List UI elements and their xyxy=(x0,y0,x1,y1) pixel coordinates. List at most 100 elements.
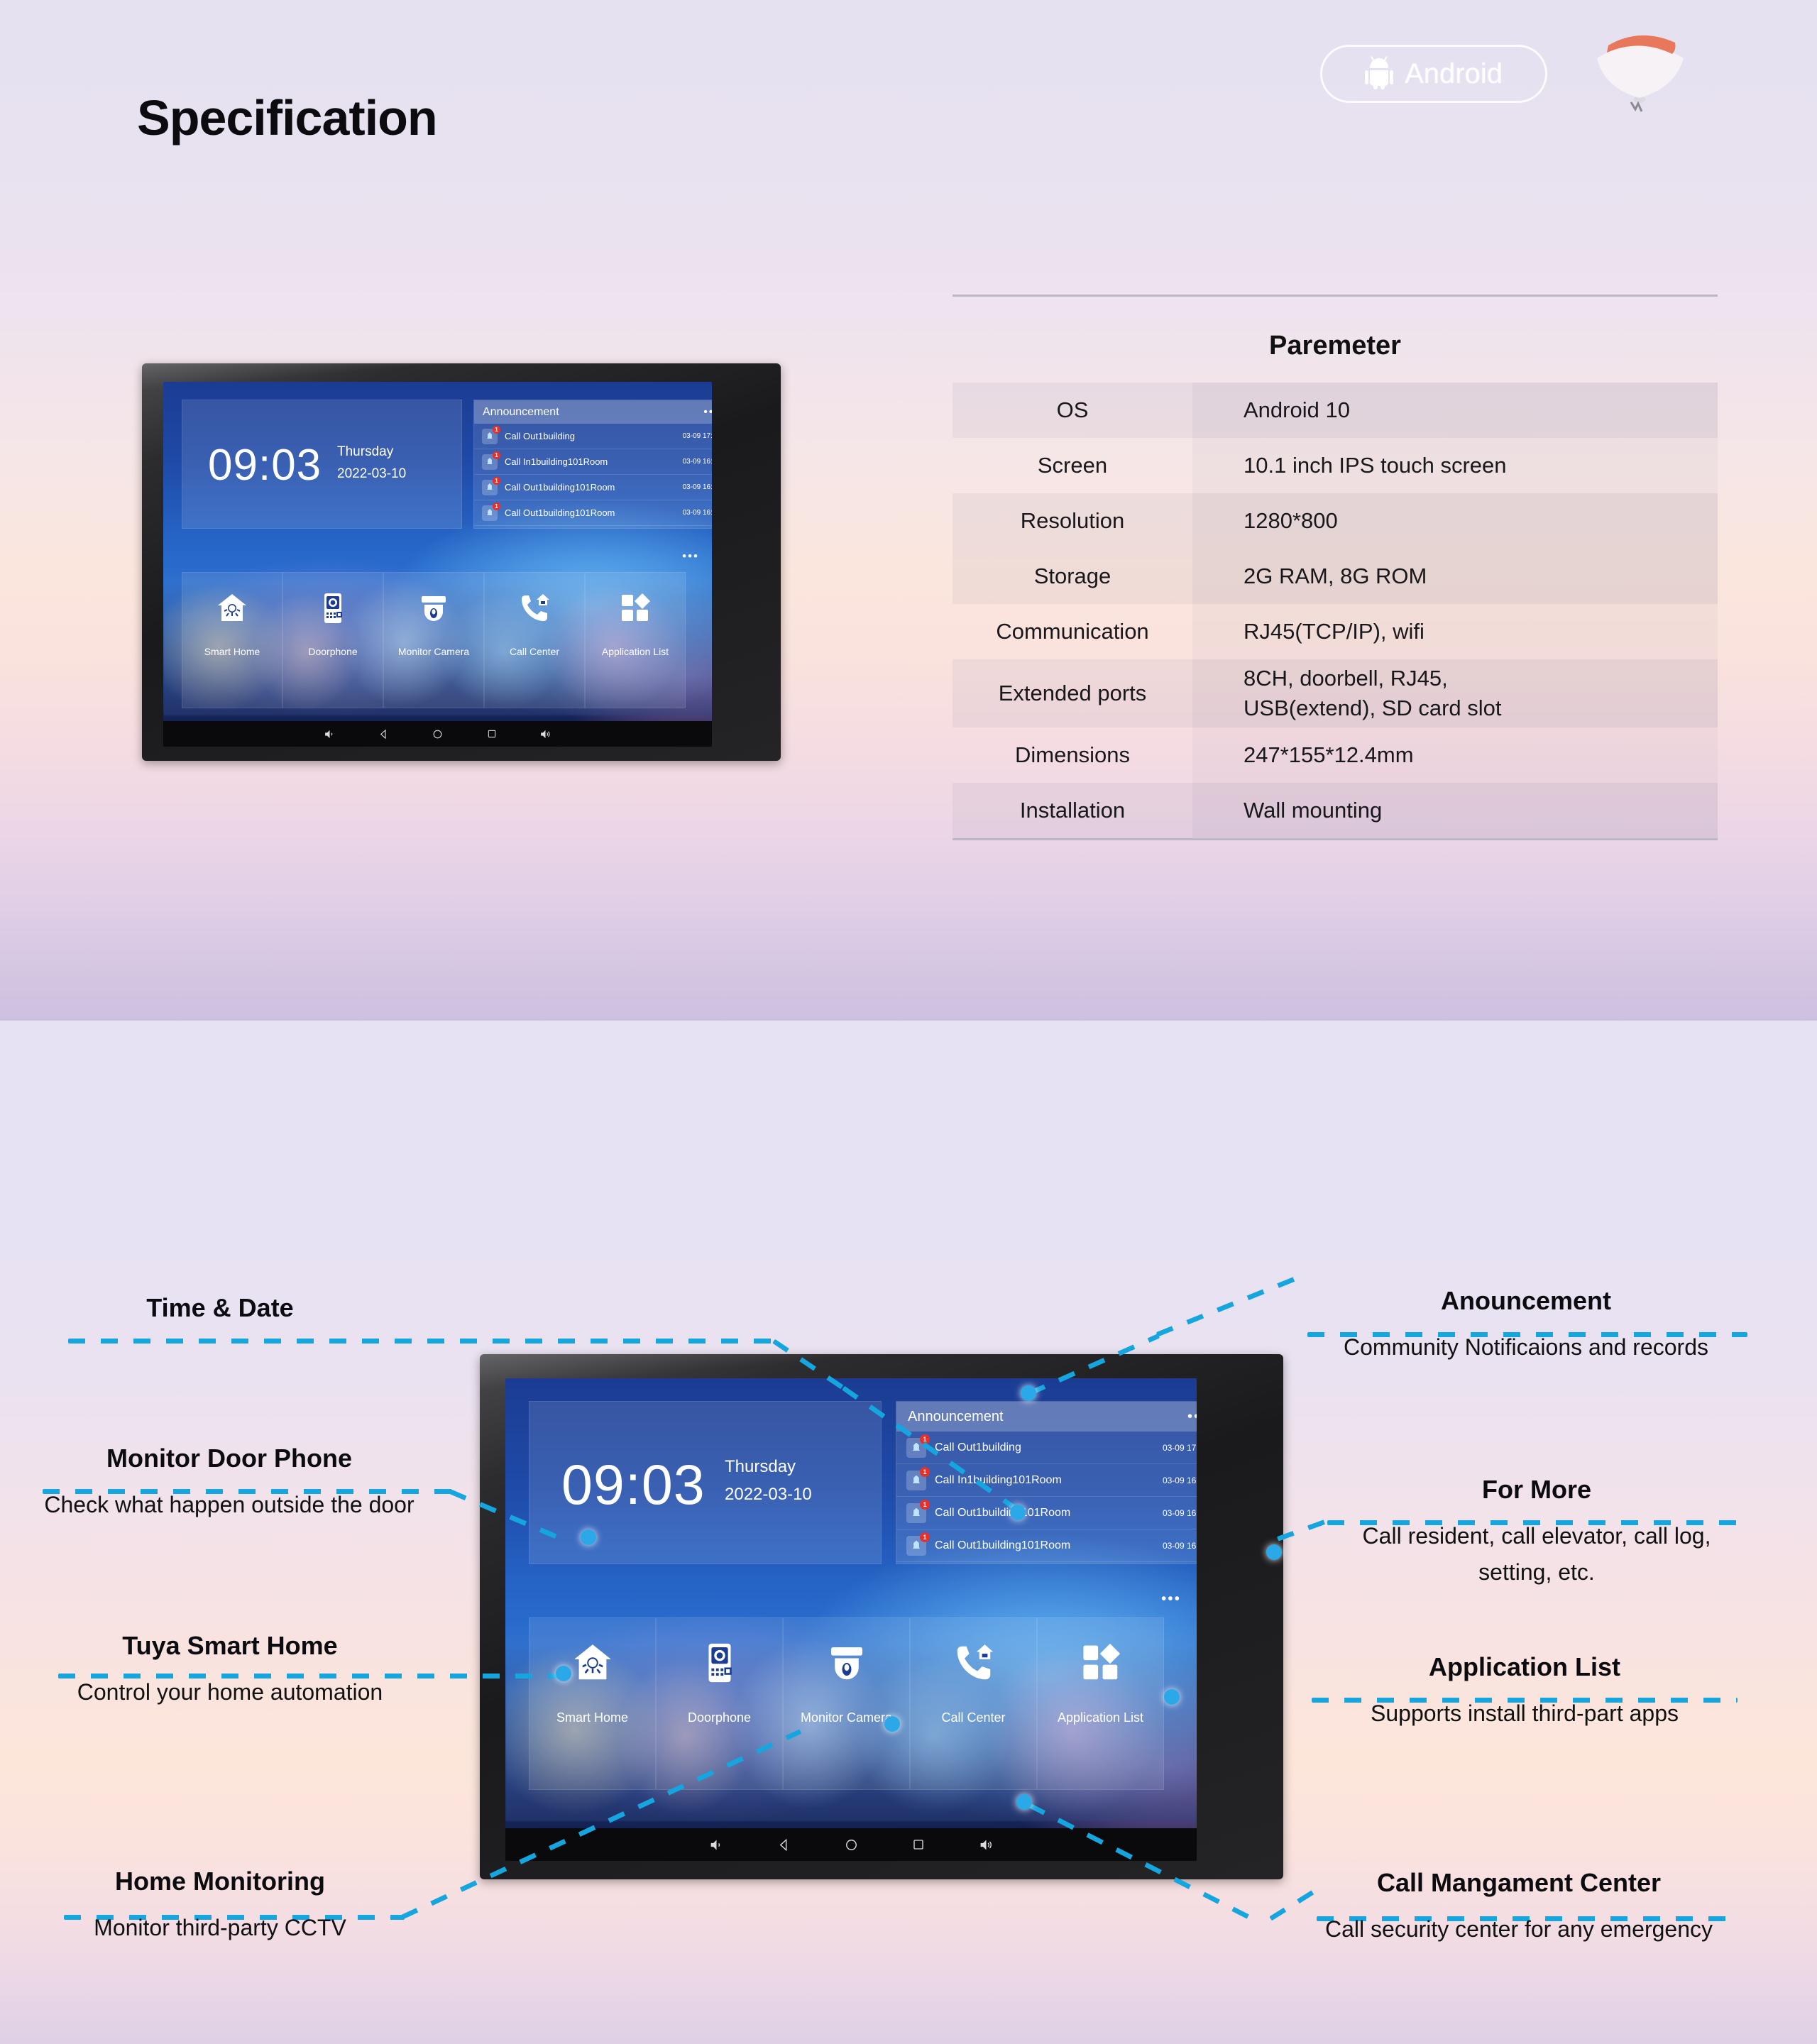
table-row: Storage 2G RAM, 8G ROM xyxy=(953,549,1718,604)
unread-badge: 1 xyxy=(493,502,500,510)
application-list-icon xyxy=(1038,1641,1163,1695)
callout-heading: Anouncement xyxy=(1440,1286,1611,1315)
app-tile-label: Call Center xyxy=(941,1710,1006,1725)
page-title: Specification xyxy=(137,90,438,145)
application-list-icon xyxy=(586,591,685,634)
callout-description: Control your home automation xyxy=(77,1679,383,1705)
announcement-item[interactable]: 1 Call In1building101Room 03-09 16:52 xyxy=(474,449,712,475)
announcement-item-time: 03-09 16:47 xyxy=(682,483,712,491)
back-icon[interactable] xyxy=(376,726,392,742)
table-cell-value: 10.1 inch IPS touch screen xyxy=(1192,438,1718,493)
volume-down-icon[interactable] xyxy=(707,1835,726,1855)
table-cell-key: Resolution xyxy=(953,493,1192,549)
callout-heading: Application List xyxy=(1429,1652,1620,1681)
callout-anouncement: Anouncement Community Notificaions and r… xyxy=(1306,1286,1746,1361)
table-row: Screen 10.1 inch IPS touch screen xyxy=(953,438,1718,493)
callout-heading: Monitor Door Phone xyxy=(106,1444,352,1473)
android-badge-label: Android xyxy=(1405,57,1503,89)
announcement-item-text: Call Out1building101Room xyxy=(935,1539,1071,1551)
home-icon[interactable] xyxy=(430,726,446,742)
app-tile-label: Application List xyxy=(1057,1710,1144,1725)
callout-description: Call resident, call elevator, call log, xyxy=(1362,1523,1711,1549)
device-preview-small: 09:03 Thursday 2022-03-10 Announcement •… xyxy=(142,363,781,761)
monitor-camera-icon xyxy=(384,591,483,634)
volume-up-icon[interactable] xyxy=(977,1835,996,1855)
announcement-more-icon[interactable]: ••• xyxy=(1187,1409,1197,1425)
app-tile-doorphone[interactable]: Doorphone xyxy=(656,1617,783,1790)
announcement-header: Announcement ••• xyxy=(896,1402,1197,1432)
device-preview-large: 09:03 Thursday 2022-03-10 Announcement •… xyxy=(480,1354,1283,1879)
table-row: Installation Wall mounting xyxy=(953,783,1718,838)
page-indicator-dots[interactable]: ••• xyxy=(1161,1590,1181,1608)
announcement-header: Announcement ••• xyxy=(474,400,712,424)
bell-icon: 1 xyxy=(482,451,500,470)
callout-tuya-smart-home: Tuya Smart Home Control your home automa… xyxy=(0,1631,460,1705)
back-icon[interactable] xyxy=(774,1835,794,1855)
device-screen: 09:03 Thursday 2022-03-10 Announcement •… xyxy=(163,382,712,747)
bell-icon: 1 xyxy=(482,476,500,495)
app-tile-call-center[interactable]: Call Center xyxy=(910,1617,1037,1790)
bell-icon: 1 xyxy=(906,1466,930,1490)
callout-description-line2: setting, etc. xyxy=(1478,1559,1595,1585)
table-cell-value: 2G RAM, 8G ROM xyxy=(1192,549,1718,604)
app-tile-smart-home[interactable]: Smart Home xyxy=(529,1617,656,1790)
callout-heading: For More xyxy=(1481,1475,1591,1504)
app-tile-label: Doorphone xyxy=(308,646,358,657)
clock-date: 2022-03-10 xyxy=(725,1485,812,1504)
clock-widget[interactable]: 09:03 Thursday 2022-03-10 xyxy=(182,400,462,529)
announcement-item[interactable]: 1 Call Out1building101Room 03-09 16:47 xyxy=(474,475,712,500)
page-indicator-dots[interactable]: ••• xyxy=(682,549,699,564)
app-tile-doorphone[interactable]: Doorphone xyxy=(282,572,383,708)
leader-dot-monitor-door-phone xyxy=(581,1529,596,1545)
announcement-item[interactable]: 1 Call Out1building101Room 03-09 16:46 xyxy=(474,500,712,526)
android-robot-icon xyxy=(1365,55,1394,89)
table-header: Paremeter xyxy=(1269,331,1401,361)
volume-up-icon[interactable] xyxy=(538,726,554,742)
leader-dot-call-management-center xyxy=(1016,1794,1032,1810)
app-tile-application-list[interactable]: Application List xyxy=(585,572,686,708)
leader-dot-application-list xyxy=(1164,1689,1180,1705)
volume-down-icon[interactable] xyxy=(322,726,338,742)
announcement-widget[interactable]: Announcement ••• 1 Call Out1building 03-… xyxy=(473,400,712,529)
clock-dayofweek: Thursday xyxy=(725,1457,796,1476)
android-badge: Android xyxy=(1320,45,1547,103)
smart-home-icon xyxy=(182,591,282,634)
callout-description: Supports install third-part apps xyxy=(1371,1700,1679,1726)
app-tile-call-center[interactable]: Call Center xyxy=(484,572,585,708)
android-navigation-bar xyxy=(163,721,712,747)
unread-badge: 1 xyxy=(493,451,500,459)
table-bottom-rule xyxy=(953,838,1718,840)
callout-application-list: Application List Supports install third-… xyxy=(1312,1652,1738,1727)
announcement-item-time: 03-09 16:52 xyxy=(682,458,712,466)
table-cell-value: RJ45(TCP/IP), wifi xyxy=(1192,604,1718,659)
app-tile-application-list[interactable]: Application List xyxy=(1037,1617,1164,1790)
recents-icon[interactable] xyxy=(909,1835,928,1855)
callout-heading: Time & Date xyxy=(146,1293,294,1322)
announcement-item[interactable]: 1 Call Out1building101Room 03-09 16:46 xyxy=(896,1529,1197,1562)
unread-badge: 1 xyxy=(920,1532,930,1542)
clock-dayofweek: Thursday xyxy=(337,444,394,459)
table-cell-value: 1280*800 xyxy=(1192,493,1718,549)
recents-icon[interactable] xyxy=(484,726,500,742)
announcement-item[interactable]: 1 Call In1building101Room 03-09 16:52 xyxy=(896,1464,1197,1497)
bell-icon: 1 xyxy=(482,425,500,444)
callout-home-monitoring: Home Monitoring Monitor third-party CCTV xyxy=(0,1867,440,1941)
device-screen: 09:03 Thursday 2022-03-10 Announcement •… xyxy=(505,1378,1197,1861)
announcement-item-time: 03-09 16:46 xyxy=(682,509,712,517)
announcement-widget[interactable]: Announcement ••• 1 Call Out1building 03-… xyxy=(896,1401,1197,1564)
announcement-more-icon[interactable]: ••• xyxy=(703,406,712,419)
call-center-icon xyxy=(485,591,584,634)
announcement-item[interactable]: 1 Call Out1building 03-09 17:00 xyxy=(474,424,712,449)
app-tile-monitor-camera[interactable]: Monitor Camera xyxy=(383,572,484,708)
callout-for-more: For More Call resident, call elevator, c… xyxy=(1327,1475,1746,1586)
app-tile-smart-home[interactable]: Smart Home xyxy=(182,572,282,708)
specification-table: Paremeter OS Android 10 Screen 10.1 inch… xyxy=(953,295,1718,840)
announcement-item[interactable]: 1 Call Out1building101Room 03-09 16:47 xyxy=(896,1497,1197,1529)
leader-dot-for-more xyxy=(1266,1544,1282,1560)
table-row: Resolution 1280*800 xyxy=(953,493,1718,549)
call-center-icon xyxy=(911,1641,1036,1695)
android-navigation-bar xyxy=(505,1828,1197,1861)
app-tile-monitor-camera[interactable]: Monitor Camera xyxy=(783,1617,910,1790)
home-icon[interactable] xyxy=(842,1835,861,1855)
bell-icon: 1 xyxy=(906,1499,930,1523)
